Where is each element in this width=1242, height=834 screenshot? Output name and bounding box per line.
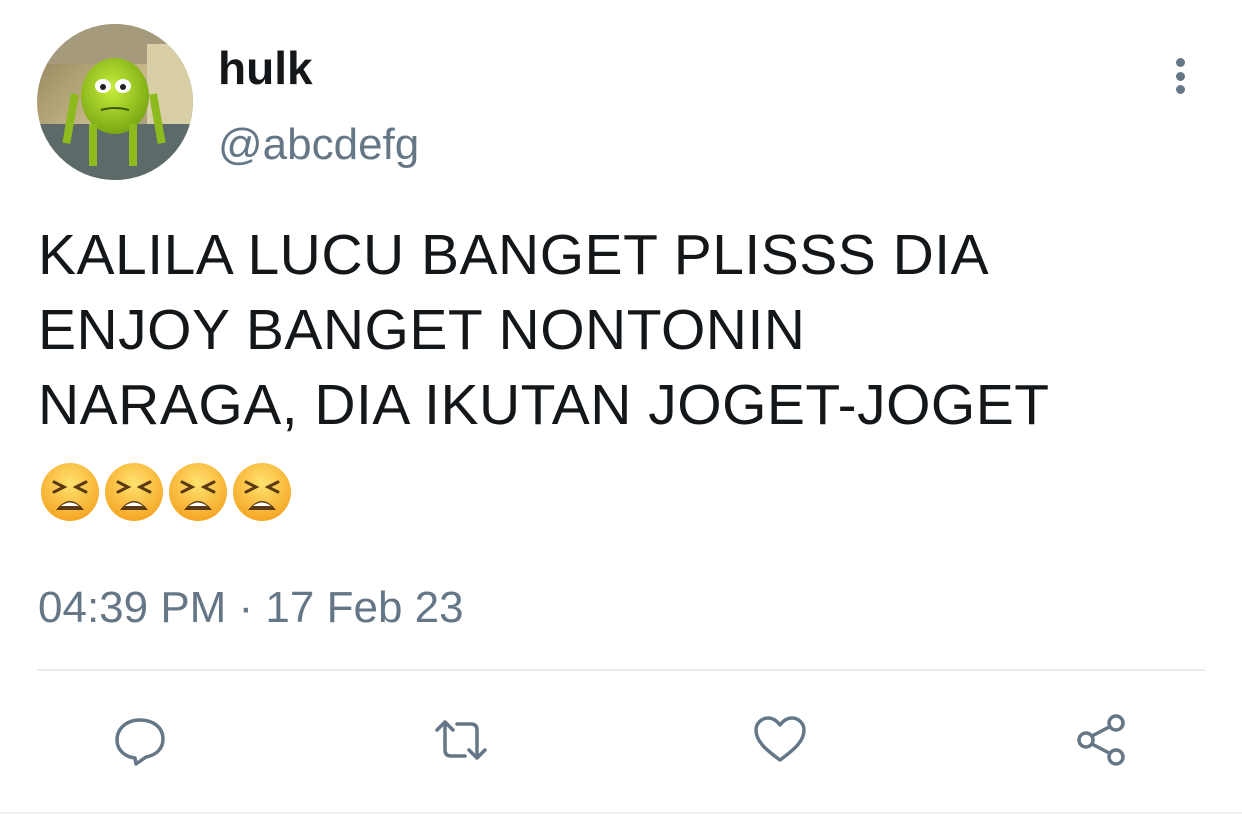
retweet-icon — [435, 720, 487, 760]
reply-button[interactable] — [110, 710, 170, 770]
share-button[interactable] — [1072, 710, 1132, 770]
like-icon — [754, 716, 806, 762]
divider — [37, 669, 1205, 671]
reply-icon — [115, 718, 165, 766]
tired-face-emoji-icon — [169, 463, 227, 521]
tweet-text: KALILA LUCU BANGET PLISSS DIA ENJOY BANG… — [38, 223, 1050, 437]
avatar[interactable] — [37, 24, 193, 180]
tweet-timestamp[interactable]: 04:39 PM · 17 Feb 23 — [38, 580, 464, 636]
bottom-divider — [0, 812, 1242, 814]
tired-face-emoji-icon — [41, 463, 99, 521]
more-options-button[interactable] — [1158, 54, 1202, 98]
tired-face-emoji-icon — [105, 463, 163, 521]
display-name[interactable]: hulk — [218, 40, 313, 96]
more-vertical-icon — [1175, 58, 1185, 67]
tired-face-emoji-icon — [233, 463, 291, 521]
user-handle[interactable]: @abcdefg — [218, 117, 419, 173]
like-button[interactable] — [750, 710, 810, 770]
emoji-row — [40, 462, 292, 522]
retweet-button[interactable] — [431, 710, 491, 770]
tweet-card: hulk @abcdefg KALILA LUCU BANGET PLISSS … — [0, 0, 1242, 834]
green-monster-avatar-icon — [37, 24, 193, 180]
share-icon — [1077, 714, 1125, 766]
